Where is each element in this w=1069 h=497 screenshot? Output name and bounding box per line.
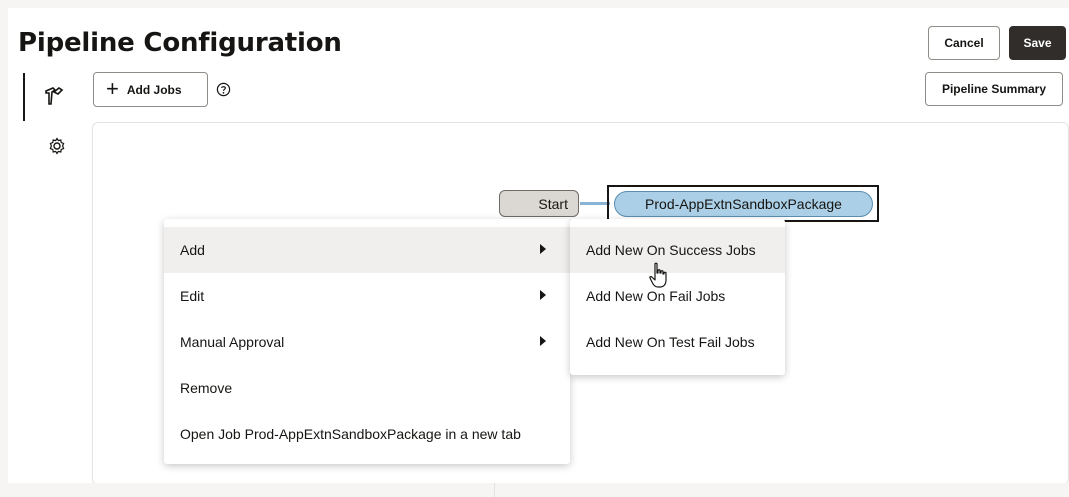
hand-pointer-cursor-icon (649, 262, 667, 288)
submenu-item-label: Add New On Test Fail Jobs (586, 334, 755, 350)
plus-icon: + (106, 75, 119, 101)
page-title: Pipeline Configuration (18, 28, 342, 58)
add-jobs-button[interactable]: + Add Jobs (93, 72, 208, 107)
submenu-item-on-success[interactable]: Add New On Success Jobs (570, 227, 785, 273)
bottom-status-bar (0, 483, 1069, 497)
build-hammer-icon (45, 87, 64, 105)
submenu-item-label: Add New On Success Jobs (586, 242, 756, 258)
menu-item-manual-approval[interactable]: Manual Approval (164, 319, 570, 365)
pipeline-connector (580, 202, 610, 205)
gear-icon (49, 137, 65, 155)
pipeline-config-page: Pipeline Configuration Cancel Save Pipel… (8, 8, 1069, 485)
start-node[interactable]: Start (499, 190, 579, 217)
submenu-arrow-icon (540, 290, 546, 300)
sidebar-item-build[interactable] (41, 83, 67, 109)
pipeline-summary-button[interactable]: Pipeline Summary (925, 72, 1063, 106)
submenu-item-on-fail[interactable]: Add New On Fail Jobs (570, 273, 785, 319)
menu-item-open-in-new-tab[interactable]: Open Job Prod-AppExtnSandboxPackage in a… (164, 411, 570, 457)
menu-item-label: Edit (180, 288, 205, 304)
help-circle-icon[interactable] (216, 82, 231, 97)
add-jobs-label: Add Jobs (126, 82, 182, 97)
submenu-item-on-test-fail[interactable]: Add New On Test Fail Jobs (570, 319, 785, 365)
menu-item-add[interactable]: Add (164, 227, 570, 273)
context-menu: Add Edit Manual Approval Remove Open Job… (164, 219, 570, 464)
submenu-item-label: Add New On Fail Jobs (586, 288, 726, 304)
submenu-arrow-icon (540, 336, 546, 346)
bottom-divider (494, 483, 495, 497)
menu-item-label: Manual Approval (180, 334, 285, 350)
sidebar-selected-indicator (23, 73, 25, 121)
job-node[interactable]: Prod-AppExtnSandboxPackage (614, 191, 873, 217)
sidebar-item-settings[interactable] (44, 133, 70, 159)
menu-item-label: Remove (180, 380, 233, 396)
add-submenu: Add New On Success Jobs Add New On Fail … (570, 219, 785, 375)
menu-item-label: Open Job Prod-AppExtnSandboxPackage in a… (180, 426, 521, 442)
cancel-button[interactable]: Cancel (928, 26, 1000, 60)
menu-item-edit[interactable]: Edit (164, 273, 570, 319)
menu-item-remove[interactable]: Remove (164, 365, 570, 411)
menu-item-label: Add (180, 242, 205, 258)
submenu-arrow-icon (540, 244, 546, 254)
save-button[interactable]: Save (1009, 26, 1066, 60)
